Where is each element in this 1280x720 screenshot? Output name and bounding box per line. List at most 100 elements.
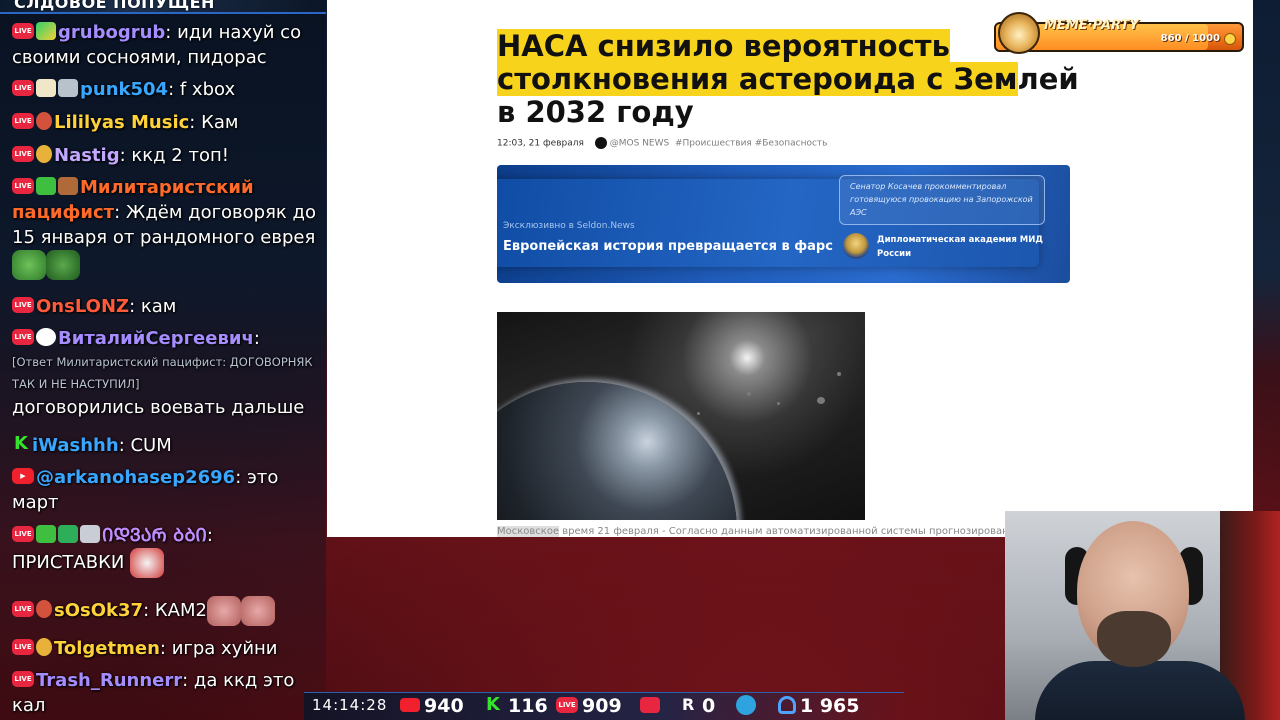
chat-message: KiWashhh: CUM — [12, 433, 318, 458]
chat-message: LIVE Милитаристский пацифист: Ждём догово… — [12, 175, 318, 280]
asteroid-dot — [747, 392, 751, 396]
live-platform-icon: LIVE — [12, 80, 34, 96]
banner-headline[interactable]: Европейская история превращается в фарс — [503, 239, 833, 254]
pepe-badge-icon — [58, 79, 78, 97]
robot-badge-icon — [80, 525, 100, 543]
chat-nick[interactable]: Lililyas Music — [54, 112, 189, 133]
kick-viewers: K 116 — [486, 693, 548, 717]
chat-nick[interactable]: @arkanohasep2696 — [36, 467, 235, 488]
chat-message: LIVE Lililyas Music: Кам — [12, 110, 318, 135]
live-viewers: LIVE 909 — [556, 695, 622, 717]
chat-text: кам — [135, 296, 177, 317]
chat-message: LIVE OnsLONZ: кам — [12, 294, 318, 319]
live-platform-icon: LIVE — [12, 526, 34, 542]
chest-badge-icon — [58, 177, 78, 195]
live-platform-icon: LIVE — [12, 329, 34, 345]
user-icon — [778, 695, 796, 714]
promo-banner[interactable]: Эксклюзивно в Seldon.News Европейская ис… — [497, 165, 1070, 283]
asteroid-dot — [817, 397, 825, 404]
banner-exclusive-label: Эксклюзивно в Seldon.News — [503, 221, 635, 231]
chat-message: LIVE Trash_Runnerr: да ккд это кал — [12, 670, 295, 716]
live-platform-icon: LIVE — [12, 23, 34, 39]
chat-message: ▶ @arkanohasep2696: это март — [12, 467, 279, 513]
live-platform-icon: LIVE — [12, 178, 34, 194]
chat-message: LIVE ВиталийСергеевич: [Ответ Милитаристс… — [12, 326, 318, 420]
badge-icon — [36, 22, 56, 40]
chat-panel: СЛДОВОЕ ПОПУЩЕН LIVE grubogrub: иди нахуй… — [0, 0, 326, 720]
gift-badge-icon — [36, 145, 52, 163]
rutube-viewers: R0 — [682, 694, 716, 717]
avatar-badge-icon — [36, 600, 52, 618]
chat-message: LIVE punk504: f xbox — [12, 77, 318, 102]
play-icon — [640, 695, 664, 717]
coin-icon — [1224, 33, 1236, 45]
live-platform-icon: LIVE — [12, 671, 34, 687]
article-tags[interactable]: #Происшествия #Безопасность — [675, 139, 828, 149]
face-emote-icon — [206, 596, 241, 626]
gift-badge-icon — [36, 638, 52, 656]
face-emote-icon — [240, 596, 275, 626]
youtube-viewers: 940 — [400, 695, 464, 717]
live-platform-icon: LIVE — [12, 297, 34, 313]
chat-text: КАМ2 — [149, 600, 207, 621]
santa-emote-icon — [130, 548, 165, 578]
stream-clock: 14:14:28 — [312, 696, 388, 714]
article-meta: 12:03, 21 февраля @MOS NEWS #Происшестви… — [497, 137, 827, 149]
chat-message: LIVE ᲘᲓᲕᲐᲠ ᲑᲑᲘ: ПРИСТАВКИ — [12, 523, 318, 578]
chat-text: игра хуйни — [165, 638, 278, 659]
live-platform-icon: LIVE — [12, 113, 34, 129]
banner-org: Дипломатическая академия МИД России — [877, 235, 1043, 259]
meme-party-widget: MEME·PARTY 860 / 1000 — [994, 12, 1244, 54]
asteroid-photo — [497, 312, 865, 520]
avatar-badge-icon — [36, 112, 52, 130]
chat-message: LIVE sOsOk37: КАМ2 — [12, 596, 318, 626]
live-platform-icon: LIVE — [12, 146, 34, 162]
chat-nick[interactable]: OnsLONZ — [36, 296, 129, 317]
webcam-feed — [1005, 511, 1280, 720]
asteroid-dot — [777, 402, 780, 405]
chat-text: f xbox — [174, 79, 236, 100]
chat-nick[interactable]: ВиталийСергеевич — [58, 328, 254, 349]
chat-nick[interactable]: Tolgetmen — [54, 638, 160, 659]
live-platform-icon: LIVE — [12, 601, 34, 617]
news-article-window: НАСА снизило вероятность столкновения ас… — [327, 0, 1253, 537]
meme-party-title: MEME·PARTY — [1044, 18, 1139, 33]
chat-nick[interactable]: punk504 — [80, 79, 168, 100]
chat-text: ккд 2 топ! — [125, 145, 229, 166]
live-platform-icon: LIVE — [12, 639, 34, 655]
pepe-emote-icon — [12, 250, 46, 280]
check-badge-icon — [36, 525, 56, 543]
meme-party-score: 860 / 1000 — [1160, 33, 1220, 44]
academy-emblem-icon — [843, 233, 869, 259]
source-logo-icon — [594, 137, 607, 149]
chat-message: LIVE Tolgetmen: игра хуйни — [12, 636, 318, 661]
asteroid-dot — [837, 372, 841, 376]
title-highlighted: НАСА снизило вероятность столкновения ас… — [497, 29, 1018, 96]
viewer-stats-bar: 14:14:28 940 K 116 LIVE 909 R0 1 965 — [304, 692, 904, 720]
chat-nick[interactable]: grubogrub — [58, 22, 165, 43]
streamer-shirt — [1035, 661, 1245, 720]
planet-shape — [497, 382, 737, 520]
live-icon: LIVE — [556, 696, 578, 713]
telegram-icon — [736, 694, 760, 717]
banner-card[interactable]: Сенатор Косачев прокомментировал готовящ… — [839, 175, 1045, 225]
check-badge-icon — [36, 177, 56, 195]
gift-badge-icon — [58, 525, 78, 543]
chat-nick[interactable]: Nastig — [54, 145, 120, 166]
chat-text: договорились воевать дальше — [12, 397, 305, 418]
chat-nick[interactable]: Trash_Runnerr — [36, 670, 182, 691]
article-source[interactable]: @MOS NEWS — [610, 139, 669, 149]
chat-message: LIVE grubogrub: иди нахуй со своими сосно… — [12, 22, 302, 68]
chat-nick[interactable]: ᲘᲓᲕᲐᲠ ᲑᲑᲘ — [102, 525, 207, 546]
pepe-emote-icon — [46, 250, 80, 280]
youtube-platform-icon: ▶ — [12, 468, 34, 484]
chat-nick[interactable]: sOsOk37 — [54, 600, 143, 621]
doge-icon — [998, 12, 1040, 54]
chat-top-stripe: СЛДОВОЕ ПОПУЩЕН — [0, 0, 326, 14]
chat-text: Кам — [195, 112, 239, 133]
youtube-icon — [400, 697, 420, 712]
rutube-icon: R — [682, 694, 695, 714]
beer-badge-icon — [36, 79, 56, 97]
kick-icon: K — [486, 693, 500, 715]
chat-nick[interactable]: iWashhh — [32, 435, 119, 456]
